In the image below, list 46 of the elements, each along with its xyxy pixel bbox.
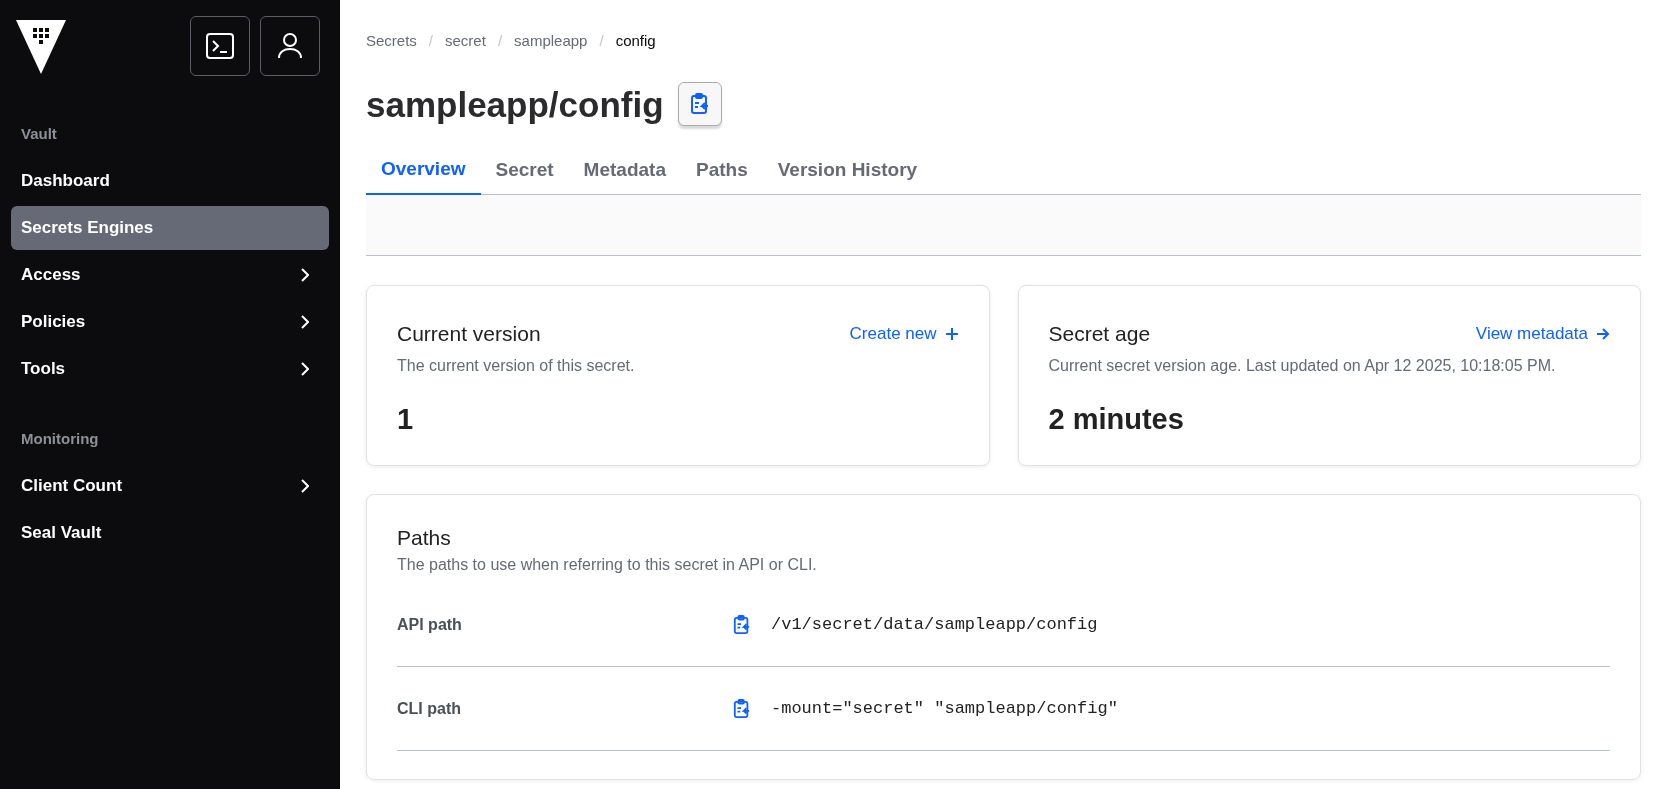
terminal-button[interactable] [190, 16, 250, 76]
card-description: Current secret version age. Last updated on Apr 12 2025, 10:18:05 PM. [1048, 355, 1557, 376]
clipboard-icon[interactable] [733, 698, 751, 719]
clipboard-icon [689, 93, 710, 115]
section-heading: Vault [20, 123, 58, 144]
tab[interactable]: Paths [680, 146, 763, 195]
card-link[interactable]: View metadata [1475, 321, 1610, 347]
card-value: 1 [397, 401, 415, 437]
card-value: 2 minutes [1048, 401, 1185, 437]
copy-button[interactable] [677, 82, 722, 126]
card-title: Paths [397, 525, 452, 551]
breadcrumb-current[interactable]: config [615, 29, 656, 53]
sidebar-item[interactable]: Seal Vault [11, 511, 329, 555]
sidebar-item[interactable]: Policies [11, 300, 329, 344]
breadcrumb-link[interactable]: sampleapp [514, 29, 588, 53]
path-value: /v1/secret/data/sampleapp/config [771, 614, 1098, 636]
sidebar-item[interactable]: Tools [11, 347, 329, 391]
sidebar-item[interactable]: Secrets Engines [11, 206, 329, 250]
breadcrumb-separator: / [599, 30, 604, 51]
card-title: Current version [397, 321, 541, 347]
user-button[interactable] [260, 16, 320, 76]
tab[interactable]: Secret [480, 146, 569, 195]
sidebar-item[interactable]: Dashboard [11, 159, 329, 203]
section-heading: Monitoring [20, 428, 100, 449]
terminal-icon [206, 33, 234, 59]
path-label: CLI path [397, 698, 462, 719]
path-label: API path [397, 614, 463, 635]
tab[interactable]: Metadata [568, 146, 681, 195]
sidebar-item[interactable]: Access [11, 253, 329, 297]
sidebar-item[interactable]: Client Count [11, 464, 329, 508]
path-value: -mount="secret" "sampleapp/config" [771, 698, 1118, 720]
card-description: The current version of this secret. [397, 355, 636, 376]
vault-logo-icon[interactable] [16, 20, 66, 74]
plus-icon [944, 326, 959, 341]
breadcrumb-separator: / [428, 30, 434, 51]
page-title: sampleapp/config [366, 86, 664, 122]
arrow-right-icon [1596, 326, 1610, 341]
card-link[interactable]: Create new [849, 321, 959, 347]
tab[interactable]: Version History [762, 146, 933, 195]
clipboard-icon[interactable] [733, 614, 751, 635]
card-description: The paths to use when referring to this secret in API or CLI. [397, 555, 818, 576]
breadcrumb-separator: / [497, 30, 503, 51]
breadcrumb-link[interactable]: secret [445, 29, 486, 53]
user-icon [278, 33, 302, 59]
breadcrumb-link[interactable]: Secrets [366, 29, 417, 53]
card-title: Secret age [1048, 321, 1151, 347]
